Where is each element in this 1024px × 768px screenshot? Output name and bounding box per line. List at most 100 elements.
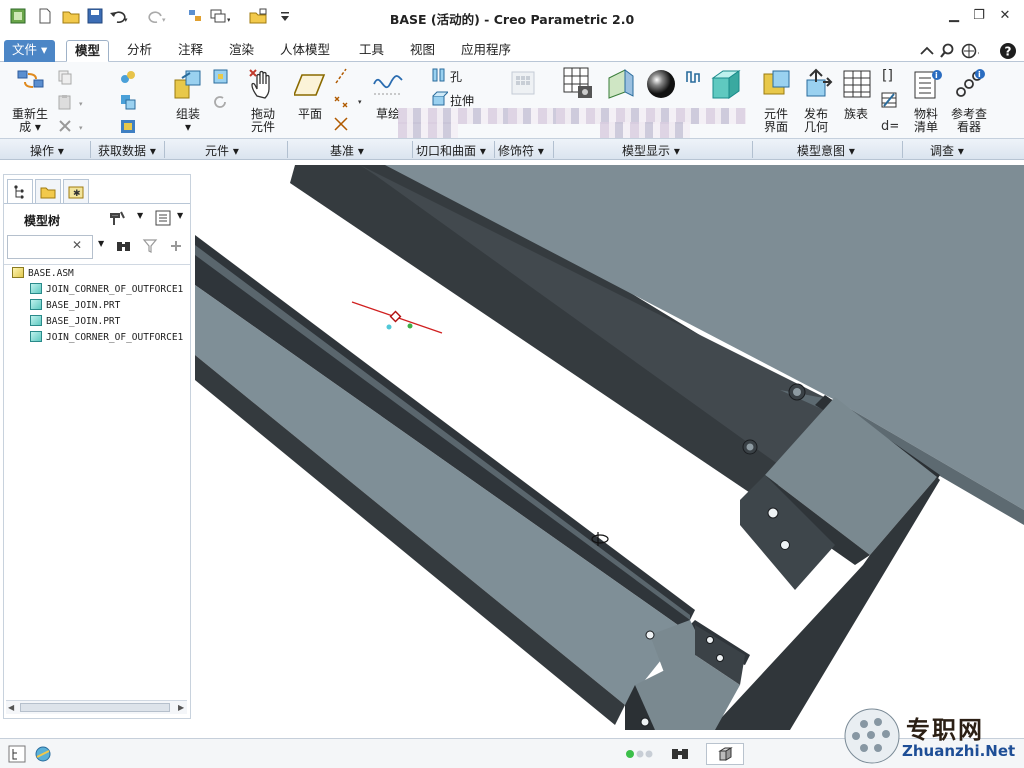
minimize-button[interactable]: ▁ [946, 9, 962, 23]
display-style-icon[interactable] [709, 68, 743, 102]
publish-geometry-button[interactable]: 发布 几何 [796, 108, 836, 134]
graphics-window[interactable] [195, 165, 1024, 730]
repeat-icon[interactable] [212, 93, 230, 111]
tab-annotate[interactable]: 注释 [170, 40, 211, 62]
scroll-left-icon[interactable]: ◀ [8, 703, 14, 712]
search-dropdown-icon[interactable]: ▼ [98, 239, 104, 248]
hole-label[interactable]: 孔 [450, 68, 462, 85]
tab-folder-browser[interactable] [35, 179, 61, 203]
group-component[interactable]: 元件 ▾ [205, 142, 239, 159]
show-dropdown-icon[interactable]: ▼ [177, 211, 183, 220]
minimize-ribbon-icon[interactable] [918, 42, 936, 60]
restore-button[interactable]: ❐ [971, 9, 987, 23]
help-icon[interactable]: ? [999, 42, 1017, 60]
group-model-display[interactable]: 模型显示 ▾ [622, 142, 680, 159]
extrude-icon[interactable] [430, 90, 448, 108]
shrinkwrap-icon[interactable] [119, 117, 137, 135]
group-datum[interactable]: 基准 ▾ [330, 142, 364, 159]
tab-manikin[interactable]: 人体模型 [272, 40, 338, 62]
tab-model[interactable]: 模型 [66, 40, 110, 62]
publish-geometry-icon[interactable] [801, 68, 833, 100]
drawing-sheet-icon[interactable] [562, 66, 594, 100]
tree-item[interactable]: BASE_JOIN.PRT [30, 315, 120, 327]
clear-search-icon[interactable]: ✕ [72, 238, 82, 252]
regenerate-button[interactable]: 重新生 成 ▾ [10, 108, 50, 134]
plane-button[interactable]: 平面 [292, 108, 328, 121]
extrude-label[interactable]: 拉伸 [450, 92, 474, 109]
show-navigator-icon[interactable] [6, 743, 28, 765]
tree-item-label: JOIN_CORNER_OF_OUTFORCE1 [46, 284, 184, 295]
group-separator [752, 141, 753, 158]
copy-geometry-icon[interactable] [119, 93, 137, 111]
section-icon[interactable] [684, 68, 702, 86]
bill-of-materials-icon[interactable]: i [911, 68, 943, 100]
point-icon[interactable]: ▾ [332, 91, 366, 109]
tab-favorites[interactable]: ✱ [63, 179, 89, 203]
group-get-data[interactable]: 获取数据 ▾ [98, 142, 156, 159]
tab-applications[interactable]: 应用程序 [453, 40, 519, 62]
family-table-button[interactable]: 族表 [838, 108, 874, 121]
scroll-right-icon[interactable]: ▶ [178, 703, 184, 712]
tab-view[interactable]: 视图 [402, 40, 443, 62]
close-button[interactable]: ✕ [997, 9, 1013, 23]
assemble-button[interactable]: 组装 ▾ [168, 108, 208, 134]
tree-item[interactable]: BASE_JOIN.PRT [30, 299, 120, 311]
group-investigate[interactable]: 调查 ▾ [930, 142, 964, 159]
bill-of-materials-button[interactable]: 物料 清单 [906, 108, 946, 134]
show-icon[interactable] [152, 209, 174, 227]
find-component-icon[interactable] [667, 743, 693, 765]
family-table-icon[interactable] [841, 68, 873, 100]
horizontal-scrollbar[interactable]: ◀ ▶ [6, 700, 187, 714]
tree-item-root[interactable]: BASE.ASM [12, 267, 74, 279]
group-modifiers[interactable]: 修饰符 ▾ [498, 142, 544, 159]
selection-filter-icon[interactable] [706, 743, 744, 765]
settings-dropdown-icon[interactable]: ▼ [137, 211, 143, 220]
paste-icon[interactable]: ▾ [56, 93, 88, 111]
tab-analysis[interactable]: 分析 [119, 40, 160, 62]
coordinate-system-icon[interactable] [332, 115, 350, 133]
tab-tools[interactable]: 工具 [351, 40, 392, 62]
search-icon[interactable] [938, 42, 956, 60]
drag-components-button[interactable]: 拖动 元件 [243, 108, 283, 134]
tab-model-tree[interactable] [7, 179, 33, 203]
delete-icon[interactable]: ▾ [56, 117, 88, 135]
reference-viewer-button[interactable]: 参考查 看器 [946, 108, 992, 134]
modifier-pattern-icon[interactable] [510, 70, 536, 96]
drag-hand-icon[interactable] [248, 68, 280, 100]
sketch-icon[interactable] [372, 68, 404, 98]
connect-icon[interactable]: ▾ [961, 42, 979, 60]
tab-render[interactable]: 渲染 [221, 40, 262, 62]
tab-file[interactable]: 文件 ▾ [4, 40, 56, 62]
reference-viewer-icon[interactable]: i [953, 68, 985, 100]
render-sphere-icon[interactable] [645, 68, 677, 100]
assemble-large-icon[interactable] [172, 68, 206, 102]
regenerate-large-icon[interactable] [16, 68, 48, 92]
relations-icon[interactable]: d= [880, 116, 898, 134]
component-interface-icon[interactable] [761, 68, 793, 100]
creo-window: ▾ ▾ ▾ BASE (活动的) - Creo Parametric 2.0 ▁… [0, 0, 1024, 768]
group-operations[interactable]: 操作 ▾ [30, 142, 64, 159]
find-icon[interactable] [115, 237, 133, 255]
hole-icon[interactable] [430, 66, 448, 84]
scroll-thumb[interactable] [20, 703, 170, 712]
component-interface-button[interactable]: 元件 界面 [756, 108, 796, 134]
tree-item[interactable]: JOIN_CORNER_OF_OUTFORCE1 [30, 331, 183, 343]
group-cut-surface[interactable]: 切口和曲面 ▾ [416, 142, 486, 159]
part-icon [30, 283, 42, 294]
plane-icon[interactable] [294, 70, 326, 100]
tree-item[interactable]: JOIN_CORNER_OF_OUTFORCE1 [30, 283, 183, 295]
add-icon[interactable] [167, 237, 185, 255]
show-browser-icon[interactable] [32, 743, 54, 765]
parameters-icon[interactable]: [] [880, 66, 898, 84]
group-model-intent[interactable]: 模型意图 ▾ [797, 142, 855, 159]
copy-icon[interactable] [56, 68, 74, 86]
axis-icon[interactable] [332, 67, 350, 85]
appearance-gallery-icon[interactable] [605, 68, 637, 100]
settings-icon[interactable] [108, 209, 130, 227]
create-component-icon[interactable] [212, 68, 230, 86]
filter-icon[interactable] [141, 237, 159, 255]
group-separator [164, 141, 165, 158]
user-defined-feature-icon[interactable] [119, 68, 137, 86]
relations-table-icon[interactable] [880, 91, 898, 109]
assemble-dropdown-icon[interactable]: ▾ [168, 121, 208, 134]
